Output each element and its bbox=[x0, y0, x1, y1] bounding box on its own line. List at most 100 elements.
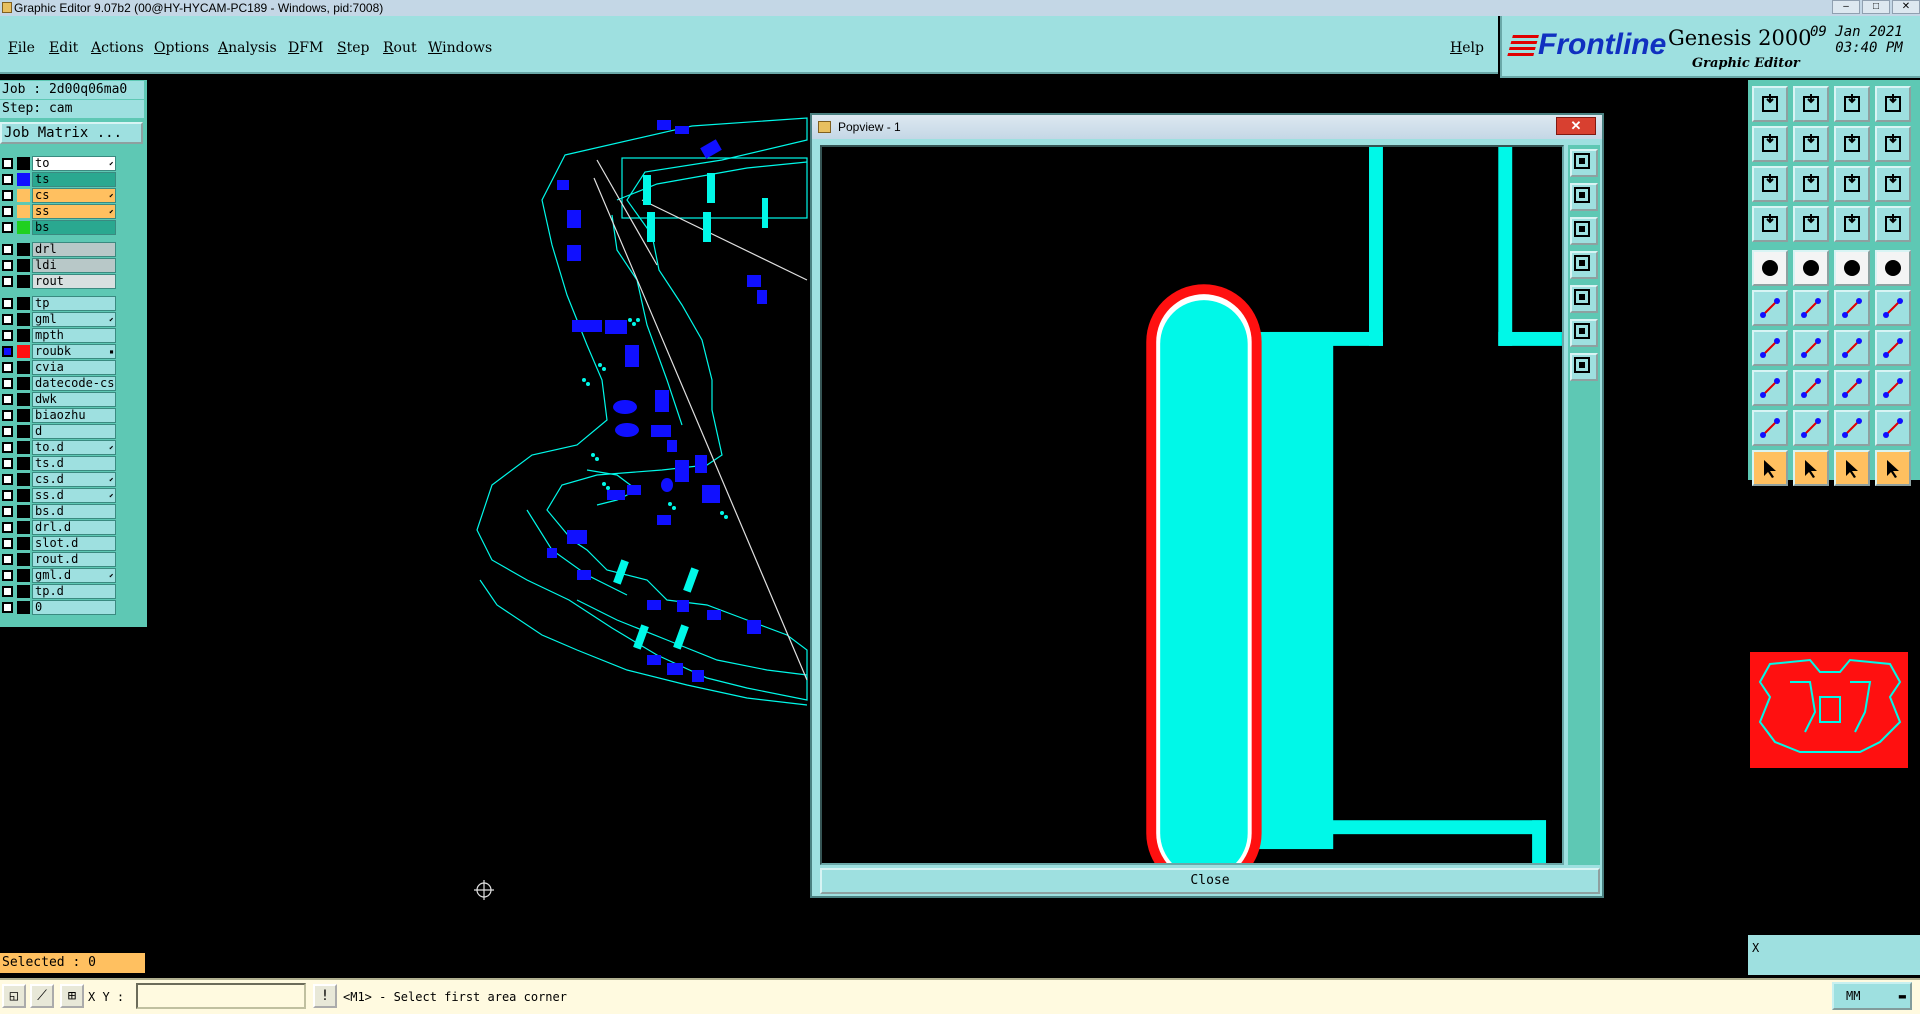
layer-color-swatch[interactable] bbox=[17, 457, 30, 470]
layer-name[interactable]: to.d bbox=[32, 440, 116, 455]
layer-name[interactable]: to bbox=[32, 156, 116, 171]
menu-analysis[interactable]: Analysis bbox=[218, 40, 277, 56]
layer-checkbox[interactable] bbox=[2, 602, 13, 613]
layer-name[interactable]: rout.d bbox=[32, 552, 116, 567]
text-tool-icon[interactable] bbox=[1875, 330, 1911, 366]
layer-row[interactable]: cs.d ⬋ bbox=[0, 472, 118, 487]
layer-row[interactable]: tp.d bbox=[0, 584, 118, 599]
layer-row[interactable]: dwk bbox=[0, 392, 118, 407]
popview-close-icon[interactable]: ✕ bbox=[1556, 117, 1596, 135]
tri-d-icon[interactable] bbox=[1875, 410, 1911, 446]
menu-rout[interactable]: Rout bbox=[383, 40, 417, 56]
menu-windows[interactable]: Windows bbox=[428, 40, 492, 56]
menu-file[interactable]: File bbox=[8, 40, 35, 56]
layer-row[interactable]: tp bbox=[0, 296, 118, 311]
layer-color-swatch[interactable] bbox=[17, 345, 30, 358]
layer-name[interactable]: roubk bbox=[32, 344, 116, 359]
layer-checkbox[interactable] bbox=[2, 394, 13, 405]
minimize-button[interactable]: – bbox=[1832, 0, 1860, 14]
layer-row[interactable]: ldi bbox=[0, 258, 118, 273]
prev-step-icon[interactable] bbox=[1752, 126, 1788, 162]
flip-icon[interactable] bbox=[1834, 126, 1870, 162]
layer-name[interactable]: drl bbox=[32, 242, 116, 257]
layer-color-swatch[interactable] bbox=[17, 157, 30, 170]
layer-color-swatch[interactable] bbox=[17, 173, 30, 186]
layer-checkbox[interactable] bbox=[2, 522, 13, 533]
arc-line-icon[interactable] bbox=[1875, 290, 1911, 326]
layer-color-swatch[interactable] bbox=[17, 377, 30, 390]
layer-row[interactable]: ts bbox=[0, 172, 118, 187]
layer-checkbox[interactable] bbox=[2, 346, 13, 357]
layer-name[interactable]: slot.d bbox=[32, 536, 116, 551]
layer-color-swatch[interactable] bbox=[17, 601, 30, 614]
layer-down-icon[interactable] bbox=[1793, 86, 1829, 122]
layer-name[interactable]: cs.d bbox=[32, 472, 116, 487]
layer-color-swatch[interactable] bbox=[17, 205, 30, 218]
layer-row[interactable]: rout.d bbox=[0, 552, 118, 567]
layer-name[interactable]: dwk bbox=[32, 392, 116, 407]
tri-b-icon[interactable] bbox=[1793, 410, 1829, 446]
arc-tool-icon[interactable] bbox=[1834, 330, 1870, 366]
layer-row[interactable]: drl.d bbox=[0, 520, 118, 535]
layer-checkbox[interactable] bbox=[2, 410, 13, 421]
layer-name[interactable]: ss bbox=[32, 204, 116, 219]
layer-checkbox[interactable] bbox=[2, 474, 13, 485]
menu-help[interactable]: Help bbox=[1450, 40, 1484, 56]
popview-canvas[interactable] bbox=[820, 145, 1564, 865]
mirror-icon[interactable] bbox=[1875, 126, 1911, 162]
diag-line-icon[interactable] bbox=[1793, 330, 1829, 366]
layer-name[interactable]: datecode-cs bbox=[32, 376, 116, 391]
layer-row[interactable]: ss ⬋ bbox=[0, 204, 118, 219]
layer-color-swatch[interactable] bbox=[17, 189, 30, 202]
popview-center-icon[interactable] bbox=[1570, 353, 1598, 381]
layer-up-icon[interactable] bbox=[1752, 86, 1788, 122]
split-view-icon[interactable] bbox=[1875, 86, 1911, 122]
color-align-2-icon[interactable] bbox=[1875, 206, 1911, 242]
measure-point-icon[interactable] bbox=[1752, 250, 1788, 286]
layer-name[interactable]: gml.d bbox=[32, 568, 116, 583]
layer-color-swatch[interactable] bbox=[17, 297, 30, 310]
snap-tool-icon[interactable]: ◱ bbox=[2, 984, 26, 1008]
color-align-icon[interactable] bbox=[1834, 206, 1870, 242]
menu-edit[interactable]: Edit bbox=[49, 40, 78, 56]
pointer-edit-icon[interactable] bbox=[1834, 450, 1870, 486]
center-icon[interactable] bbox=[1793, 166, 1829, 202]
line-tool-icon[interactable] bbox=[1834, 290, 1870, 326]
close-window-button[interactable]: ✕ bbox=[1892, 0, 1920, 14]
layer-name[interactable]: mpth bbox=[32, 328, 116, 343]
tri-c-icon[interactable] bbox=[1834, 410, 1870, 446]
layer-name[interactable]: rout bbox=[32, 274, 116, 289]
pointer-move-icon[interactable] bbox=[1875, 450, 1911, 486]
layer-color-swatch[interactable] bbox=[17, 409, 30, 422]
slope-tool-icon[interactable] bbox=[1752, 330, 1788, 366]
layer-color-swatch[interactable] bbox=[17, 553, 30, 566]
layer-name[interactable]: tp.d bbox=[32, 584, 116, 599]
layer-row[interactable]: cs ⬋ bbox=[0, 188, 118, 203]
layer-color-swatch[interactable] bbox=[17, 221, 30, 234]
popview-pan-left-icon[interactable] bbox=[1570, 251, 1598, 279]
layer-color-swatch[interactable] bbox=[17, 585, 30, 598]
info-icon[interactable]: ! bbox=[313, 984, 337, 1008]
menu-actions[interactable]: Actions bbox=[91, 40, 144, 56]
layer-color-swatch[interactable] bbox=[17, 243, 30, 256]
menu-dfm[interactable]: DFM bbox=[288, 40, 323, 56]
layer-color-swatch[interactable] bbox=[17, 313, 30, 326]
layer-checkbox[interactable] bbox=[2, 260, 13, 271]
layer-color-swatch[interactable] bbox=[17, 537, 30, 550]
layer-checkbox[interactable] bbox=[2, 330, 13, 341]
layer-row[interactable]: bs.d bbox=[0, 504, 118, 519]
layer-row[interactable]: bs bbox=[0, 220, 118, 235]
layer-name[interactable]: ldi bbox=[32, 258, 116, 273]
multi-add-icon[interactable] bbox=[1875, 370, 1911, 406]
layer-checkbox[interactable] bbox=[2, 538, 13, 549]
layer-color-swatch[interactable] bbox=[17, 505, 30, 518]
layer-color-swatch[interactable] bbox=[17, 275, 30, 288]
pad-select-icon[interactable] bbox=[1793, 290, 1829, 326]
layer-color-swatch[interactable] bbox=[17, 569, 30, 582]
layer-row[interactable]: slot.d bbox=[0, 536, 118, 551]
layer-row[interactable]: to.d ⬋ bbox=[0, 440, 118, 455]
line-add-icon[interactable] bbox=[1793, 370, 1829, 406]
layer-row[interactable]: mpth bbox=[0, 328, 118, 343]
layer-name[interactable]: 0 bbox=[32, 600, 116, 615]
layer-row[interactable]: d bbox=[0, 424, 118, 439]
